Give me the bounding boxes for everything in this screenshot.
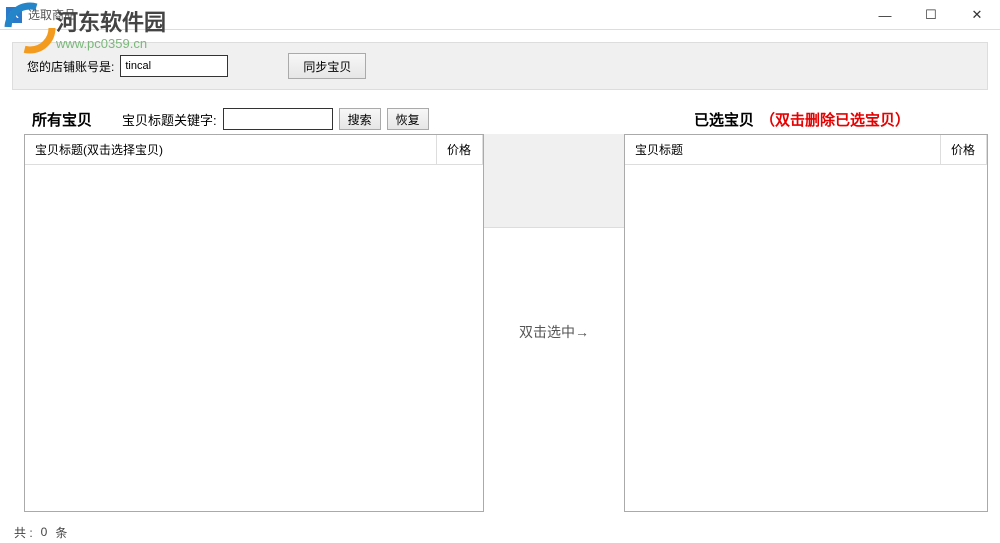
app-icon: fK — [6, 7, 22, 23]
col-price: 价格 — [941, 135, 987, 164]
gap-filler — [484, 134, 624, 228]
keyword-label: 宝贝标题关键字: — [122, 110, 217, 129]
account-input[interactable] — [120, 55, 228, 77]
window-title: 选取商品 — [28, 6, 76, 23]
selected-items-header: 已选宝贝 — [694, 109, 754, 130]
status-prefix: 共 : — [14, 524, 33, 541]
selected-items-hint: （双击删除已选宝贝） — [760, 109, 910, 130]
search-button[interactable]: 搜索 — [339, 108, 381, 130]
table-body[interactable] — [25, 165, 483, 513]
title-bar: fK 选取商品 — ☐ ✕ — [0, 0, 1000, 30]
account-panel: 您的店铺账号是: 同步宝贝 — [12, 42, 988, 90]
filter-row: 所有宝贝 宝贝标题关键字: 搜索 恢复 已选宝贝 （双击删除已选宝贝） — [12, 108, 988, 130]
account-label: 您的店铺账号是: — [27, 58, 114, 75]
reset-button[interactable]: 恢复 — [387, 108, 429, 130]
middle-gap: 双击选中→ — [484, 134, 624, 512]
all-items-header: 所有宝贝 — [32, 109, 92, 130]
close-button[interactable]: ✕ — [954, 0, 1000, 30]
maximize-button[interactable]: ☐ — [908, 0, 954, 30]
status-suffix: 条 — [55, 524, 67, 541]
keyword-input[interactable] — [223, 108, 333, 130]
sync-button[interactable]: 同步宝贝 — [288, 53, 366, 79]
table-header: 宝贝标题 价格 — [625, 135, 987, 165]
double-click-hint: 双击选中→ — [519, 322, 589, 342]
table-header: 宝贝标题(双击选择宝贝) 价格 — [25, 135, 483, 165]
all-items-table[interactable]: 宝贝标题(双击选择宝贝) 价格 — [24, 134, 484, 512]
col-price: 价格 — [437, 135, 483, 164]
col-title: 宝贝标题(双击选择宝贝) — [25, 135, 437, 164]
selected-items-table[interactable]: 宝贝标题 价格 — [624, 134, 988, 512]
col-title: 宝贝标题 — [625, 135, 941, 164]
status-bar: 共 : 0 条 — [0, 521, 1000, 543]
status-count: 0 — [41, 525, 48, 539]
content-area: 您的店铺账号是: 同步宝贝 所有宝贝 宝贝标题关键字: 搜索 恢复 已选宝贝 （… — [0, 30, 1000, 521]
table-body[interactable] — [625, 165, 987, 513]
lists-row: 宝贝标题(双击选择宝贝) 价格 双击选中→ 宝贝标题 价格 — [12, 134, 988, 512]
minimize-button[interactable]: — — [862, 0, 908, 30]
